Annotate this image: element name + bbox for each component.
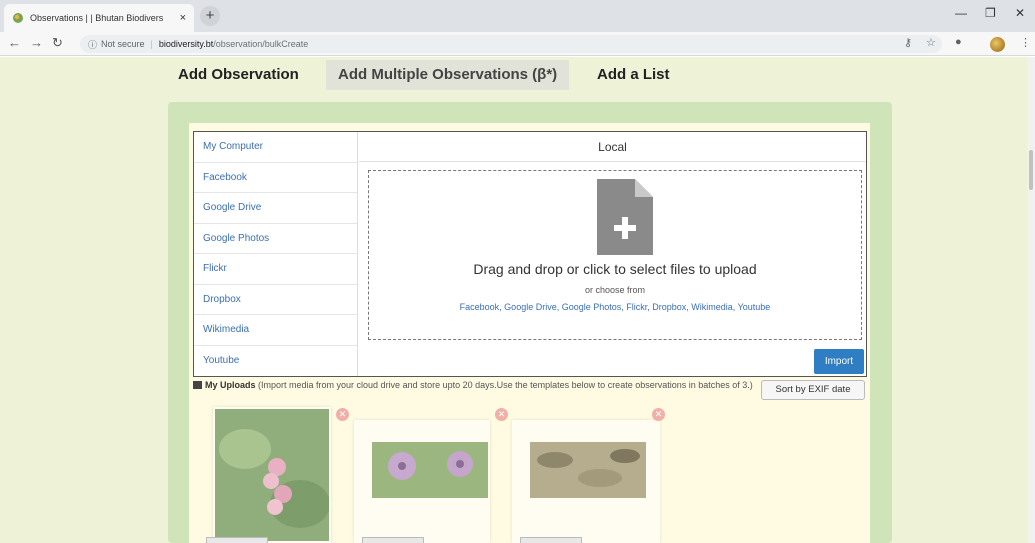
menu-icon[interactable]: ⋮ xyxy=(1020,36,1031,49)
dropzone-source-links[interactable]: Facebook, Google Drive, Google Photos, F… xyxy=(369,302,861,312)
address-bar: ← → ↻ ⓘ Not secure | biodiversity.bt/obs… xyxy=(0,32,1035,56)
source-my-computer[interactable]: My Computer xyxy=(194,132,357,163)
source-youtube[interactable]: Youtube xyxy=(194,346,357,377)
browser-tab-bar: Observations | | Bhutan Biodivers × + — … xyxy=(0,0,1035,32)
local-title: Local xyxy=(359,132,866,162)
extension-icon[interactable]: ● xyxy=(955,36,962,48)
profile-avatar[interactable] xyxy=(990,37,1005,52)
flower-photo-thumbnail xyxy=(372,442,488,498)
tab-title: Observations | | Bhutan Biodivers xyxy=(30,13,164,23)
upload-thumbnail[interactable] xyxy=(213,407,331,543)
source-google-photos[interactable]: Google Photos xyxy=(194,224,357,254)
source-dropbox[interactable]: Dropbox xyxy=(194,285,357,315)
url-separator: | xyxy=(150,39,153,49)
thumbnail-action-button[interactable] xyxy=(362,537,424,543)
sort-by-exif-button[interactable]: Sort by EXIF date xyxy=(761,380,865,400)
upload-thumbnail[interactable] xyxy=(512,420,660,543)
my-uploads-title: My Uploads xyxy=(205,380,256,390)
leaf-litter-photo-thumbnail xyxy=(530,442,646,498)
source-list: My Computer Facebook Google Drive Google… xyxy=(194,132,358,376)
source-wikimedia[interactable]: Wikimedia xyxy=(194,315,357,346)
my-uploads-header: My Uploads (Import media from your cloud… xyxy=(193,379,753,391)
bookmark-star-icon[interactable]: ☆ xyxy=(926,36,936,49)
thumbnail-action-button[interactable] xyxy=(206,537,268,543)
restore-icon[interactable]: ❐ xyxy=(985,6,996,20)
tab-close-icon[interactable]: × xyxy=(180,12,186,24)
image-icon xyxy=(193,381,202,389)
upload-thumbnail[interactable] xyxy=(354,420,490,543)
remove-thumbnail-icon[interactable]: ✕ xyxy=(495,408,508,421)
source-facebook[interactable]: Facebook xyxy=(194,163,357,193)
remove-thumbnail-icon[interactable]: ✕ xyxy=(652,408,665,421)
add-file-icon xyxy=(597,179,653,255)
minimize-icon[interactable]: — xyxy=(955,6,967,20)
url-field[interactable]: ⓘ Not secure | biodiversity.bt/observati… xyxy=(80,35,942,53)
dropzone-subtext: or choose from xyxy=(584,285,646,295)
key-icon[interactable]: ⚷ xyxy=(904,36,912,49)
close-window-icon[interactable]: ✕ xyxy=(1015,6,1025,20)
file-dropzone[interactable]: Drag and drop or click to select files t… xyxy=(368,170,862,340)
reload-icon[interactable]: ↻ xyxy=(52,35,63,51)
remove-thumbnail-icon[interactable]: ✕ xyxy=(336,408,349,421)
scrollbar-thumb[interactable] xyxy=(1029,150,1033,190)
dropzone-message: Drag and drop or click to select files t… xyxy=(473,261,757,277)
browser-tab[interactable]: Observations | | Bhutan Biodivers × xyxy=(4,4,194,32)
scrollbar[interactable] xyxy=(1027,57,1035,543)
security-label: Not secure xyxy=(101,39,145,49)
url-domain: biodiversity.bt xyxy=(158,39,214,49)
my-uploads-description: (Import media from your cloud drive and … xyxy=(255,380,753,390)
tab-add-multiple-observations[interactable]: Add Multiple Observations (β*) xyxy=(326,60,570,90)
flower-photo-thumbnail xyxy=(215,409,329,541)
media-uploader: My Computer Facebook Google Drive Google… xyxy=(193,131,867,377)
source-flickr[interactable]: Flickr xyxy=(194,254,357,285)
back-icon[interactable]: ← xyxy=(8,35,21,50)
tab-add-observation[interactable]: Add Observation xyxy=(178,60,299,90)
info-icon[interactable]: ⓘ xyxy=(88,38,97,51)
source-google-drive[interactable]: Google Drive xyxy=(194,193,357,224)
url-path: /observation/bulkCreate xyxy=(213,39,309,49)
forward-icon[interactable]: → xyxy=(30,35,43,50)
url-text: biodiversity.bt/observation/bulkCreate xyxy=(159,39,308,49)
thumbnail-action-button[interactable] xyxy=(520,537,582,543)
tab-add-list[interactable]: Add a List xyxy=(597,60,670,90)
new-tab-button[interactable]: + xyxy=(200,6,220,26)
import-button[interactable]: Import xyxy=(814,349,864,374)
site-favicon-icon xyxy=(13,13,23,23)
